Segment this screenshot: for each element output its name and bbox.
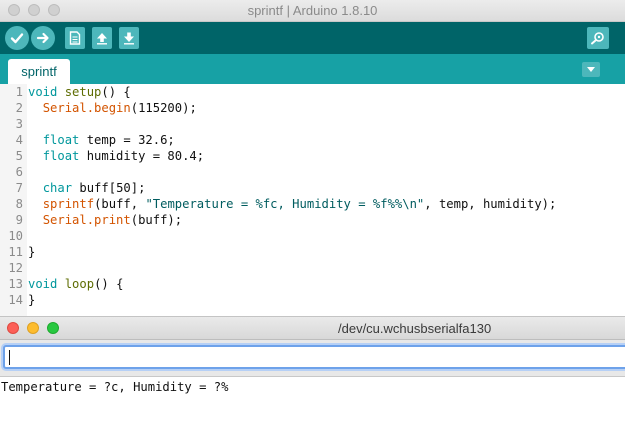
line-number: 12 — [8, 261, 23, 275]
serial-send-input[interactable] — [3, 345, 625, 369]
code-line: 13 void loop() { — [0, 276, 625, 292]
open-sketch-button[interactable] — [92, 27, 112, 49]
code-line: 14} — [0, 292, 625, 308]
line-number: 10 — [8, 229, 23, 243]
line-number: 6 — [15, 165, 23, 179]
code-line: 7 char buff[50]; — [0, 180, 625, 196]
code-line: 1 void setup() { — [0, 84, 625, 100]
code-editor[interactable]: 1 void setup() {2 Serial.begin(115200); 3 4… — [0, 84, 625, 316]
tab-menu-button[interactable] — [582, 62, 600, 77]
code-text: float temp = 32.6; — [42, 133, 175, 147]
code-text: } — [28, 245, 36, 259]
serial-close-button[interactable] — [7, 322, 19, 334]
new-file-icon — [69, 31, 81, 45]
chevron-down-icon — [587, 67, 595, 72]
toolbar — [0, 22, 625, 54]
ide-title-bar: sprintf | Arduino 1.8.10 — [0, 0, 625, 22]
code-line: 11} — [0, 244, 625, 260]
serial-monitor-title-bar: /dev/cu.wchusbserialfa130 — [0, 316, 625, 340]
arrow-down-icon — [124, 32, 134, 45]
code-text: float humidity = 80.4; — [42, 149, 205, 163]
serial-monitor-title: /dev/cu.wchusbserialfa130 — [338, 321, 492, 336]
check-icon — [10, 33, 24, 44]
window-title: sprintf | Arduino 1.8.10 — [247, 3, 378, 18]
serial-zoom-button[interactable] — [47, 322, 59, 334]
line-number: 9 — [15, 213, 23, 227]
arrow-up-icon — [97, 33, 107, 45]
tab-strip: sprintf — [0, 54, 625, 84]
upload-button[interactable] — [31, 26, 55, 50]
line-number: 4 — [15, 133, 23, 147]
code-line: 8 sprintf(buff, "Temperature = %fc, Humi… — [0, 196, 625, 212]
magnifier-icon — [591, 32, 604, 45]
code-line: 6 — [0, 164, 625, 180]
serial-output-line: Temperature = ?c, Humidity = ?% — [1, 380, 229, 394]
verify-button[interactable] — [5, 26, 29, 50]
line-number: 2 — [15, 101, 23, 115]
code-line: 2 Serial.begin(115200); — [0, 100, 625, 116]
code-line: 9 Serial.print(buff); — [0, 212, 625, 228]
save-sketch-button[interactable] — [119, 27, 139, 49]
line-number: 13 — [8, 277, 23, 291]
code-line: 5 float humidity = 80.4; — [0, 148, 625, 164]
line-number: 3 — [15, 117, 23, 131]
code-text: sprintf(buff, "Temperature = %fc, Humidi… — [42, 197, 557, 211]
code-line: 12 — [0, 260, 625, 276]
code-line: 10 — [0, 228, 625, 244]
line-number: 1 — [15, 85, 23, 99]
code-line: 3 — [0, 116, 625, 132]
code-text: void setup() { — [28, 85, 131, 99]
serial-minimize-button[interactable] — [27, 322, 39, 334]
text-caret — [9, 350, 10, 365]
line-number: 8 — [15, 197, 23, 211]
code-text: char buff[50]; — [42, 181, 146, 195]
serial-output-area: Temperature = ?c, Humidity = ?% — [0, 376, 625, 437]
code-text: Serial.begin(115200); — [42, 101, 197, 115]
line-number: 11 — [8, 245, 23, 259]
line-number: 7 — [15, 181, 23, 195]
code-line: 4 float temp = 32.6; — [0, 132, 625, 148]
code-text: } — [28, 293, 36, 307]
serial-monitor-button[interactable] — [587, 27, 609, 49]
tab-sprintf[interactable]: sprintf — [8, 59, 70, 84]
line-number: 14 — [8, 293, 23, 307]
new-sketch-button[interactable] — [65, 27, 85, 49]
code-text: void loop() { — [28, 277, 124, 291]
code-text: Serial.print(buff); — [42, 213, 183, 227]
serial-input-bar — [0, 340, 625, 376]
line-number: 5 — [15, 149, 23, 163]
arrow-right-icon — [36, 32, 49, 44]
